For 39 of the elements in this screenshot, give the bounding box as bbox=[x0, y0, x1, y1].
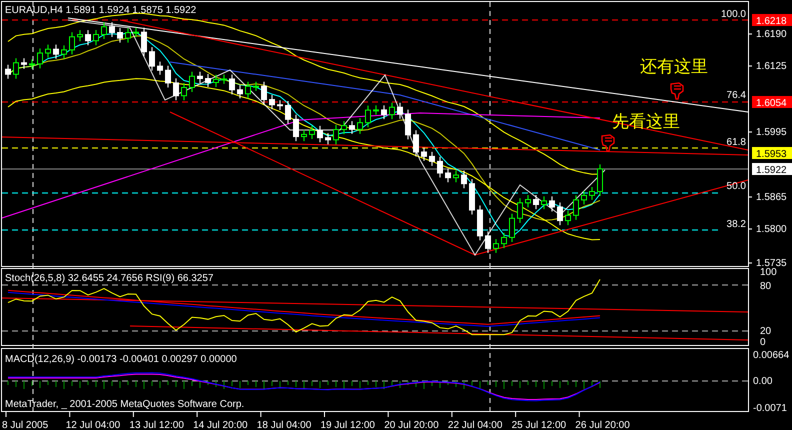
fib-level-label: 76.4 bbox=[726, 90, 746, 101]
time-label: 13 Jul 12:00 bbox=[129, 420, 184, 430]
time-label: 8 Jul 2005 bbox=[2, 420, 48, 430]
time-label: 26 Jul 20:00 bbox=[575, 420, 630, 430]
fib-level-label: 61.8 bbox=[726, 137, 746, 148]
axis-label: 20 bbox=[760, 326, 772, 337]
price-label: 1.6125 bbox=[756, 61, 787, 72]
fib-level-label: 100.0 bbox=[720, 9, 746, 20]
time-label: 19 Jul 12:00 bbox=[320, 420, 375, 430]
price-label: 1.5922 bbox=[756, 165, 787, 176]
copyright-text: MetaTrader, _ 2001-2005 MetaQuotes Software Corp. bbox=[5, 399, 244, 410]
price-label: 1.5800 bbox=[756, 224, 787, 235]
time-label: 18 Jul 04:00 bbox=[256, 420, 312, 430]
chart-title: EURAUD,H4 1.5891 1.5924 1.5875 1.5922 bbox=[5, 5, 196, 16]
price-label: 1.6218 bbox=[756, 16, 787, 27]
price-label: 1.5735 bbox=[756, 258, 787, 269]
fib-level-label: 50.0 bbox=[726, 181, 746, 192]
axis-label: 100 bbox=[760, 267, 777, 278]
price-label: 1.5865 bbox=[756, 192, 787, 203]
thumbs-down-icon bbox=[601, 134, 615, 152]
time-label: 22 Jul 04:00 bbox=[448, 420, 502, 430]
axis-label: -0.0071 bbox=[753, 403, 787, 414]
axis-label: 0 bbox=[760, 337, 766, 348]
price-label: 1.6054 bbox=[756, 98, 787, 109]
indicator-title: MACD(12,26,9) -0.00173 -0.00401 0.00297 0.00000 bbox=[5, 354, 237, 365]
thumbs-down-icon bbox=[670, 82, 684, 100]
fib-level-label: 38.2 bbox=[726, 219, 746, 230]
time-label: 12 Jul 04:00 bbox=[66, 420, 120, 430]
time-label: 25 Jul 12:00 bbox=[512, 420, 566, 430]
axis-label: 0.00 bbox=[753, 376, 772, 387]
price-label: 1.6190 bbox=[756, 29, 787, 40]
indicator-title: Stoch(26,5,8) 32.6455 24.7656 RSI(9) 66.3257 bbox=[5, 273, 214, 284]
axis-label: 0.00664 bbox=[753, 350, 790, 361]
price-label: 1.5995 bbox=[756, 127, 787, 138]
annotation-text: 还有这里 bbox=[640, 57, 708, 77]
time-label: 20 Jul 20:00 bbox=[384, 420, 439, 430]
time-label: 14 Jul 20:00 bbox=[193, 420, 248, 430]
axis-label: 80 bbox=[760, 281, 772, 292]
price-label: 1.5953 bbox=[756, 149, 787, 160]
